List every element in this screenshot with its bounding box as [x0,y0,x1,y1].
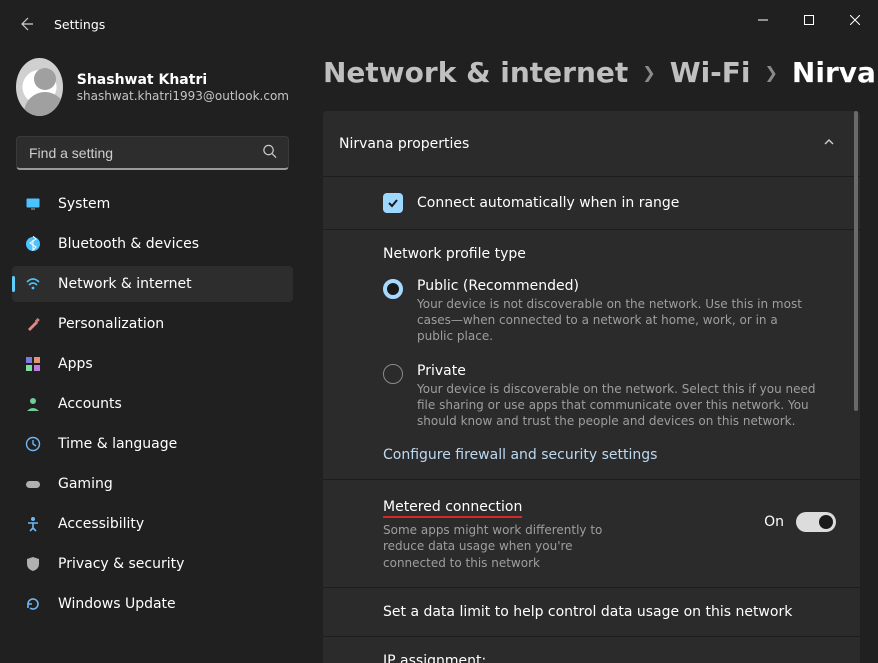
radio-public-title: Public (Recommended) [417,278,817,294]
content-scroll: Nirvana properties Connect automatically… [323,111,860,663]
sidebar-item-label: Accounts [58,396,122,412]
toggle-knob [819,515,833,529]
sidebar-item-time-language[interactable]: Time & language [12,426,293,462]
scrollbar[interactable] [854,111,858,663]
crumb-wifi[interactable]: Wi-Fi [670,56,751,89]
sidebar-item-label: System [58,196,110,212]
sidebar-item-label: Gaming [58,476,113,492]
scrollbar-thumb[interactable] [854,111,858,411]
radio-private-title: Private [417,363,817,379]
sidebar-item-bluetooth-devices[interactable]: Bluetooth & devices [12,226,293,262]
firewall-link[interactable]: Configure firewall and security settings [383,447,836,463]
sidebar: Shashwat Khatri shashwat.khatri1993@outl… [0,48,305,663]
expander-title: Nirvana properties [339,136,469,152]
sidebar-item-label: Privacy & security [58,556,184,572]
access-icon [24,515,42,533]
maximize-button[interactable] [786,4,832,36]
close-icon [850,15,860,25]
nav-list: System Bluetooth & devices Network & inter… [12,186,293,622]
person-icon [24,395,42,413]
radio-private-desc: Your device is discoverable on the netwo… [417,381,817,430]
clock-icon [24,435,42,453]
sidebar-item-label: Accessibility [58,516,144,532]
radio-public-input[interactable] [383,279,403,299]
search-input[interactable] [16,136,289,170]
maximize-icon [804,15,814,25]
sidebar-item-windows-update[interactable]: Windows Update [12,586,293,622]
sidebar-item-label: Windows Update [58,596,176,612]
sidebar-item-label: Network & internet [58,276,192,292]
breadcrumb: Network & internet ❯ Wi-Fi ❯ Nirvana [323,56,860,89]
radio-private-input[interactable] [383,364,403,384]
close-button[interactable] [832,4,878,36]
metered-toggle[interactable] [796,512,836,532]
radio-public-desc: Your device is not discoverable on the n… [417,296,817,345]
profile-name: Shashwat Khatri [77,72,289,88]
metered-row: Metered connection Some apps might work … [323,480,860,588]
sidebar-item-accounts[interactable]: Accounts [12,386,293,422]
minimize-icon [758,15,768,25]
ip-assignment-row: IP assignment: [323,637,860,663]
sidebar-item-label: Apps [58,356,93,372]
sidebar-item-apps[interactable]: Apps [12,346,293,382]
window-title: Settings [54,17,105,32]
sidebar-item-label: Personalization [58,316,164,332]
data-limit-link[interactable]: Set a data limit to help control data us… [323,588,860,637]
sidebar-item-label: Bluetooth & devices [58,236,199,252]
sidebar-item-personalization[interactable]: Personalization [12,306,293,342]
search-wrap [16,136,289,170]
main-content: Network & internet ❯ Wi-Fi ❯ Nirvana Nir… [305,48,878,663]
metered-state-label: On [764,514,784,530]
metered-title: Metered connection [383,499,522,518]
apps-icon [24,355,42,373]
back-arrow-icon [18,16,34,32]
game-icon [24,475,42,493]
ip-assignment-label: IP assignment: [383,653,486,663]
brush-icon [24,315,42,333]
profile-type-section: Network profile type Public (Recommended… [323,230,860,480]
auto-connect-row: Connect automatically when in range [323,177,860,230]
radio-public[interactable]: Public (Recommended) Your device is not … [383,278,836,345]
chevron-up-icon [822,135,836,153]
metered-desc: Some apps might work differently to redu… [383,522,633,571]
monitor-icon [24,195,42,213]
crumb-current: Nirvana [792,56,878,89]
update-icon [24,595,42,613]
properties-expander: Nirvana properties Connect automatically… [323,111,860,663]
shield-icon [24,555,42,573]
sidebar-item-gaming[interactable]: Gaming [12,466,293,502]
radio-private[interactable]: Private Your device is discoverable on t… [383,363,836,430]
check-icon [387,197,399,209]
profile-block[interactable]: Shashwat Khatri shashwat.khatri1993@outl… [12,52,293,134]
chevron-right-icon: ❯ [642,63,655,82]
sidebar-item-accessibility[interactable]: Accessibility [12,506,293,542]
profile-email: shashwat.khatri1993@outlook.com [77,89,289,103]
auto-connect-label: Connect automatically when in range [417,195,679,211]
expander-header[interactable]: Nirvana properties [323,111,860,177]
profile-type-heading: Network profile type [383,246,836,262]
settings-window: Settings Shashwat Khatri shashwat.khatri… [0,0,878,663]
avatar [16,58,63,116]
titlebar: Settings [0,0,878,48]
sidebar-item-system[interactable]: System [12,186,293,222]
chevron-right-icon: ❯ [765,63,778,82]
minimize-button[interactable] [740,4,786,36]
bluetooth-icon [24,235,42,253]
back-button[interactable] [18,16,34,32]
auto-connect-checkbox[interactable] [383,193,403,213]
sidebar-item-network-internet[interactable]: Network & internet [12,266,293,302]
wifi-icon [24,275,42,293]
sidebar-item-privacy-security[interactable]: Privacy & security [12,546,293,582]
sidebar-item-label: Time & language [58,436,177,452]
crumb-network[interactable]: Network & internet [323,56,628,89]
